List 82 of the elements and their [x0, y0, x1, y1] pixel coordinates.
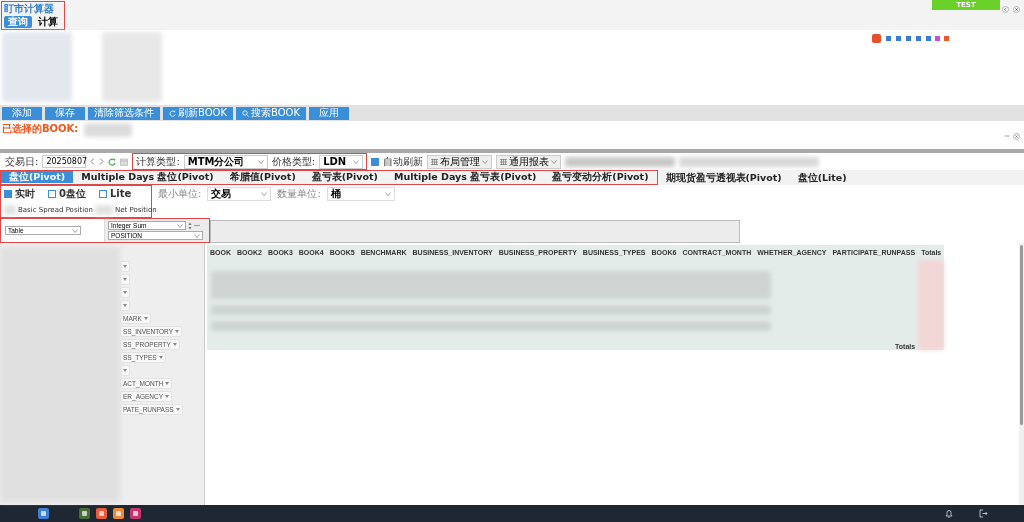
field-label: 交易日: — [5, 155, 39, 168]
search-icon — [242, 109, 249, 117]
calendar-icon[interactable] — [120, 157, 129, 166]
caret-icon — [165, 395, 170, 398]
min-unit-select[interactable]: 交易 — [207, 187, 272, 201]
tab[interactable]: 计算 — [34, 16, 62, 28]
qty-unit-select[interactable]: 桶 — [326, 187, 395, 201]
redacted-area — [94, 204, 113, 215]
close-icon[interactable] — [1013, 133, 1020, 140]
tab[interactable]: 希腊值(Pivot) — [221, 171, 304, 183]
caret-icon — [353, 159, 360, 164]
checkbox[interactable] — [48, 190, 56, 199]
price-type-select[interactable]: LDN — [319, 154, 364, 169]
caret-icon — [158, 356, 163, 359]
logout-icon[interactable] — [979, 509, 988, 518]
refresh-icon — [169, 109, 176, 117]
sort-icon[interactable] — [188, 221, 192, 230]
field-chip[interactable] — [120, 287, 130, 298]
back-icon[interactable] — [1002, 6, 1009, 13]
chevron-left-icon[interactable] — [90, 158, 96, 165]
caret-icon — [172, 343, 177, 346]
caret-icon — [551, 159, 558, 164]
more-icon[interactable] — [194, 224, 200, 227]
refresh-icon[interactable] — [108, 157, 117, 166]
caret-icon — [175, 408, 180, 411]
tab[interactable]: 盈亏变动分析(Pivot) — [544, 171, 657, 183]
selected-books-label: 已选择的BOOK: — [2, 123, 79, 135]
caret-icon — [257, 159, 264, 164]
chevron-right-icon[interactable] — [99, 158, 105, 165]
caret-icon — [123, 278, 127, 281]
tab[interactable]: 期现货盈亏透视表(Pivot) — [657, 171, 790, 184]
caret-icon — [123, 265, 127, 268]
checkbox-label: 自动刷新 — [383, 155, 424, 168]
field-chip[interactable] — [120, 274, 130, 285]
checkbox-label: Lite — [109, 188, 132, 201]
scrollbar-thumb-icon[interactable] — [1020, 245, 1023, 425]
caret-icon — [165, 382, 170, 385]
caret-icon — [194, 233, 200, 238]
tab[interactable]: 盘位(Lite) — [789, 171, 855, 184]
checkbox[interactable] — [4, 190, 12, 199]
caret-icon — [482, 159, 489, 164]
field-label: 计算类型: — [136, 155, 180, 168]
grid-icon — [500, 158, 508, 165]
tab[interactable]: 盈亏表(Pivot) — [303, 171, 386, 183]
redacted-area — [2, 32, 72, 102]
field-label: 价格类型: — [271, 155, 316, 168]
field-label: 最小单位: — [158, 188, 202, 200]
tab[interactable]: Multiple Days 盘位(Pivot) — [73, 171, 222, 183]
caret-icon — [143, 317, 148, 320]
redacted-area — [4, 204, 16, 215]
caret-icon — [175, 330, 179, 333]
tab[interactable]: Multiple Days 盈亏表(Pivot) — [385, 171, 545, 183]
caret-icon — [123, 291, 127, 294]
close-icon[interactable] — [1013, 6, 1020, 13]
redacted-area — [84, 123, 133, 137]
field-chip[interactable] — [120, 261, 130, 272]
grid-icon — [431, 158, 439, 165]
caret-icon — [123, 369, 127, 372]
date-field[interactable]: 20250807 — [42, 155, 87, 168]
menu-button[interactable]: 布局管理 — [427, 154, 493, 169]
menu-button[interactable]: 通用报表 — [496, 154, 562, 169]
field-label: 数量单位: — [277, 188, 321, 200]
app-icon[interactable] — [79, 508, 90, 519]
app-icon[interactable] — [130, 508, 141, 519]
window-icon[interactable] — [38, 508, 49, 519]
checkbox[interactable] — [98, 190, 107, 199]
checkbox[interactable] — [371, 157, 380, 166]
caret-icon — [261, 192, 268, 196]
app-icon[interactable] — [96, 508, 107, 519]
app-title: 盯市计算器 — [4, 3, 55, 14]
minimize-icon[interactable] — [1004, 133, 1010, 139]
checkbox-label: 0盘位 — [59, 188, 86, 201]
caret-icon — [384, 192, 391, 196]
caret-icon — [72, 228, 78, 233]
app-icon[interactable] — [113, 508, 124, 519]
checkbox-label: 实时 — [15, 188, 35, 201]
calc-type-select[interactable]: MTM分公司 — [183, 154, 268, 169]
caret-icon — [177, 223, 183, 228]
field-chip[interactable] — [120, 365, 130, 376]
bell-icon[interactable] — [945, 509, 953, 518]
caret-icon — [123, 304, 127, 307]
field-chip[interactable] — [120, 300, 130, 311]
